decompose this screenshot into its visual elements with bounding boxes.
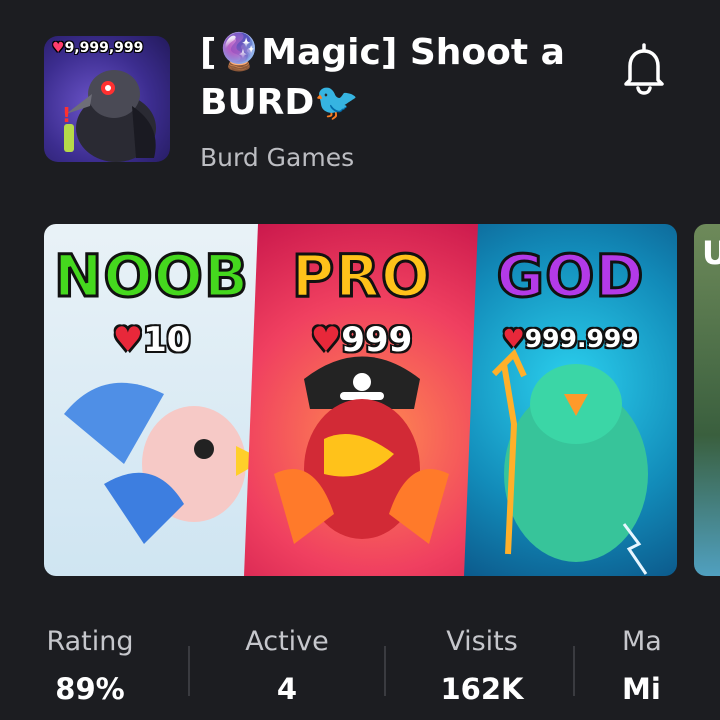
publisher-link[interactable]: Burd Games xyxy=(200,143,354,172)
svg-text:!: ! xyxy=(62,103,71,127)
stat-value: 162K xyxy=(440,672,524,706)
crow-illustration: ! xyxy=(62,70,156,162)
stat-rating: Rating 89% xyxy=(44,622,136,716)
next-thumbnail[interactable]: U xyxy=(694,224,720,576)
bell-icon[interactable] xyxy=(620,42,668,96)
god-panel: GOD ♥999.999 xyxy=(464,224,677,576)
stat-label: Rating xyxy=(46,626,134,657)
noob-panel: NOOB ♥10 xyxy=(44,224,259,576)
pro-panel: PRO ♥999 xyxy=(244,224,479,576)
noob-bird xyxy=(64,382,259,544)
stats-row: Rating 89% Active 4 Visits 162K Ma Mi xyxy=(0,622,720,720)
pro-bird xyxy=(244,224,479,576)
stat-label: Active xyxy=(245,626,329,657)
stat-active: Active 4 xyxy=(238,622,336,716)
stat-value: Mi xyxy=(622,672,661,706)
stat-value: 89% xyxy=(55,672,125,706)
divider xyxy=(188,646,190,696)
divider xyxy=(384,646,386,696)
divider xyxy=(573,646,575,696)
game-icon[interactable]: ♥9,999,999 ! xyxy=(44,36,170,162)
stat-max: Ma Mi xyxy=(622,622,720,716)
thumbnail-image[interactable]: NOOB ♥10 PRO ♥999 GOD ♥999.999 xyxy=(44,224,677,576)
stat-label: Visits xyxy=(446,626,518,657)
stat-label: Ma xyxy=(622,626,662,657)
stat-value: 4 xyxy=(276,672,298,706)
god-bird xyxy=(491,348,648,575)
thumbnail-carousel[interactable]: NOOB ♥10 PRO ♥999 GOD ♥999.999 U xyxy=(44,224,720,578)
stat-visits: Visits 162K xyxy=(436,622,528,716)
game-title: [🔮Magic] Shoot a BURD🐦 xyxy=(200,32,565,123)
